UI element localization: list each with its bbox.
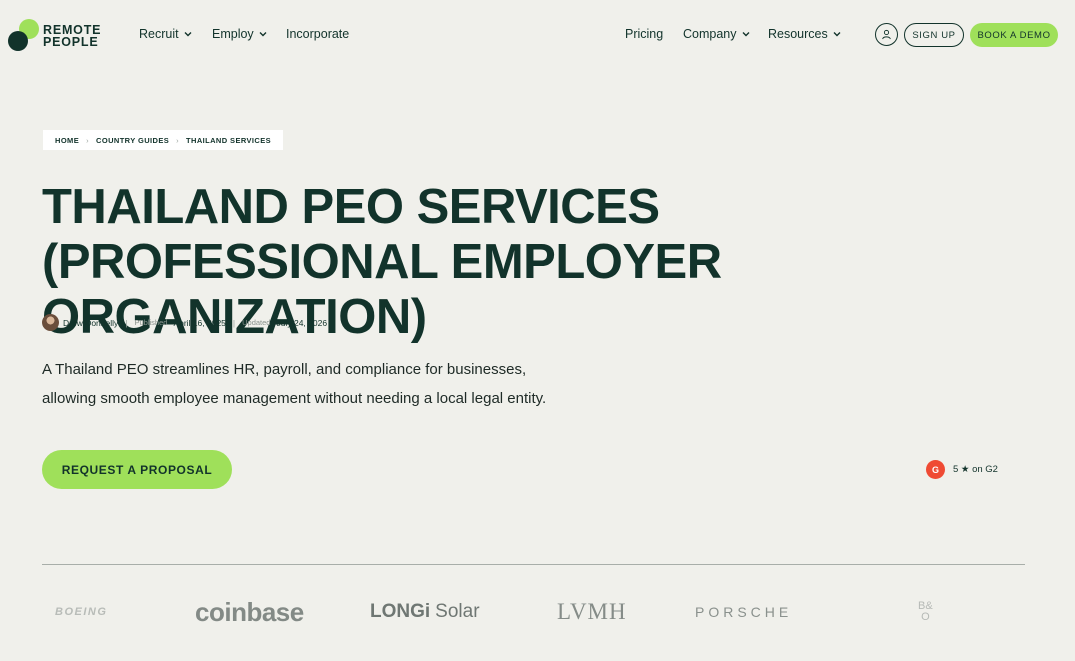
- breadcrumb-home[interactable]: HOME: [55, 136, 79, 145]
- user-icon: [882, 29, 891, 40]
- solar-logo-text: Solar: [435, 601, 480, 622]
- author-avatar: [42, 314, 59, 331]
- bo-logo-line2: O: [921, 611, 930, 623]
- author-name[interactable]: Drew Donnelly: [63, 318, 118, 328]
- breadcrumb-current: THAILAND SERVICES: [186, 135, 272, 145]
- breadcrumb-separator-icon: ›: [86, 135, 90, 145]
- nav-item-label: Employ: [212, 27, 254, 41]
- remote-people-logo[interactable]: REMOTE PEOPLE: [8, 19, 108, 51]
- nav-item-label: Recruit: [139, 27, 179, 41]
- boeing-logo-text: BOEING: [55, 606, 108, 618]
- client-logos: BOEING coinbase LONGi Solar LVMH PORSCHE…: [0, 590, 1075, 640]
- meta-divider: |: [125, 317, 128, 328]
- nav-item-employ[interactable]: Employ: [212, 27, 268, 41]
- porsche-logo: PORSCHE: [695, 590, 792, 634]
- chevron-down-icon: [184, 32, 192, 37]
- logo-text: REMOTE PEOPLE: [43, 24, 101, 49]
- coinbase-logo: coinbase: [195, 590, 304, 634]
- lvmh-logo: LVMH: [557, 590, 627, 634]
- longi-solar-logo: LONGi Solar: [370, 590, 480, 634]
- g2-logo-icon: G: [926, 460, 945, 479]
- nav-item-company[interactable]: Company: [683, 27, 751, 41]
- nav-item-incorporate[interactable]: Incorporate: [286, 27, 349, 41]
- nav-item-resources[interactable]: Resources: [768, 27, 842, 41]
- sign-up-button[interactable]: SIGN UP: [904, 23, 964, 47]
- chevron-down-icon: [742, 32, 749, 37]
- updated-date: July 24, 2026: [276, 317, 328, 328]
- logo-dot-dark: [8, 31, 28, 51]
- longi-logo-text: LONGi: [370, 601, 431, 622]
- porsche-logo-text: PORSCHE: [695, 604, 793, 620]
- nav-item-label: Pricing: [625, 27, 664, 41]
- request-proposal-button[interactable]: REQUEST A PROPOSAL: [42, 450, 232, 489]
- lvmh-logo-text: LVMH: [557, 599, 627, 624]
- updated-label: Updated: [242, 318, 271, 327]
- logo-text-line2: PEOPLE: [43, 35, 99, 49]
- page-description: A Thailand PEO streamlines HR, payroll, …: [42, 355, 602, 413]
- bang-olufsen-logo: B& O: [918, 590, 933, 634]
- account-button[interactable]: [875, 23, 898, 46]
- breadcrumb-separator-icon: ›: [176, 135, 180, 145]
- breadcrumb-country-guides[interactable]: COUNTRY GUIDES: [96, 136, 169, 145]
- g2-rating[interactable]: G 5 ★ on G2: [926, 460, 998, 479]
- g2-rating-text: 5 ★ on G2: [953, 464, 998, 475]
- boeing-logo: BOEING: [55, 590, 107, 634]
- description-line-2: allowing smooth employee management with…: [42, 390, 547, 407]
- nav-item-pricing[interactable]: Pricing: [625, 27, 663, 41]
- section-divider: [42, 564, 1025, 565]
- published-date: April 16, 2025: [173, 317, 226, 328]
- article-meta: Drew Donnelly | Published April 16, 2025…: [42, 314, 327, 331]
- nav-item-recruit[interactable]: Recruit: [139, 27, 193, 41]
- published-label: Published: [134, 318, 168, 327]
- book-demo-button[interactable]: BOOK A DEMO: [970, 23, 1058, 47]
- chevron-down-icon: [833, 32, 841, 37]
- chevron-down-icon: [259, 32, 267, 37]
- description-line-1: A Thailand PEO streamlines HR, payroll, …: [42, 361, 527, 378]
- nav-item-label: Resources: [768, 27, 828, 41]
- coinbase-logo-text: coinbase: [195, 596, 304, 627]
- top-nav: REMOTE PEOPLE Recruit Employ Incorporate…: [0, 0, 1075, 68]
- nav-item-label: Incorporate: [286, 27, 350, 41]
- breadcrumb: HOME › COUNTRY GUIDES › THAILAND SERVICE…: [43, 130, 284, 150]
- nav-item-label: Company: [683, 27, 737, 41]
- meta-divider: |: [232, 317, 236, 328]
